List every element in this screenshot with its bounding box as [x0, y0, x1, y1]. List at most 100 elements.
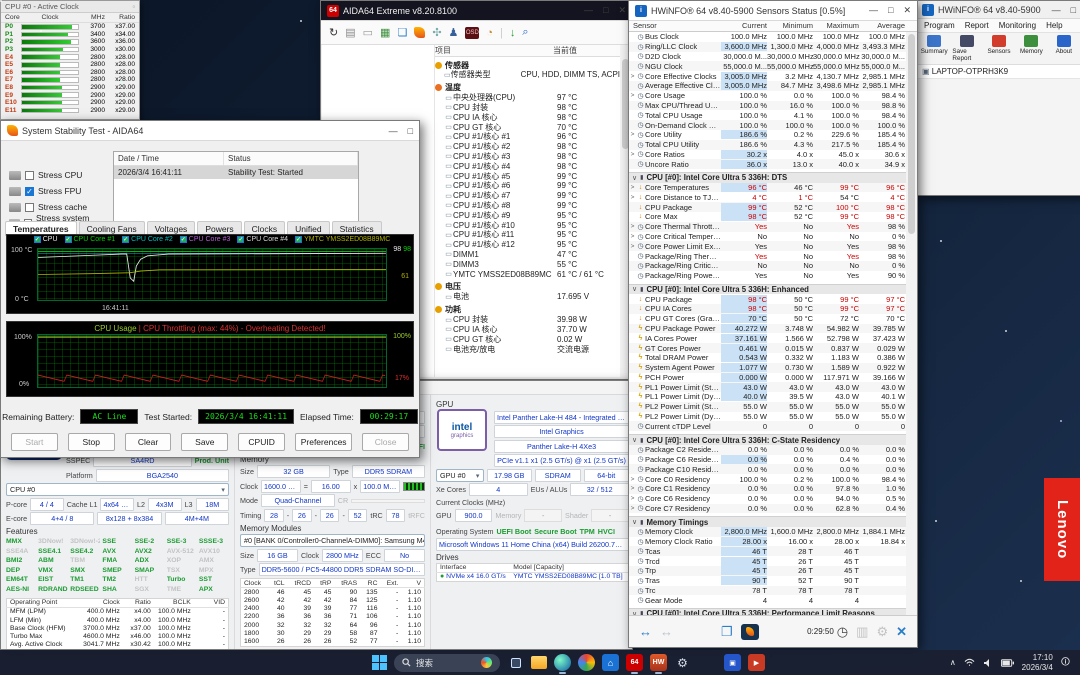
clock-icon[interactable]: ◷	[837, 624, 848, 640]
legend-checkbox[interactable]: ✓	[64, 236, 72, 243]
sensor-row[interactable]: ϟ PCH Power 0.000 W 0.000 W 117.971 W 39.166 …	[629, 372, 917, 383]
legend-item[interactable]: ✓ CPU	[33, 236, 58, 243]
menu-report[interactable]: Report	[965, 21, 989, 30]
sensor-row[interactable]: ↓ CPU Package 98 °C 50 °C 99 °C 97 °C	[629, 294, 917, 304]
sensor-row[interactable]: ϟ CPU Package Power 40.272 W 3.748 W 54.982 …	[629, 323, 917, 334]
sensor-row[interactable]: ↓ CPU Package 99 °C 52 °C 100 °C 98 °C	[629, 202, 917, 213]
aida64-taskbar-button[interactable]: 64	[626, 654, 643, 674]
aida64-titlebar[interactable]: 64 AIDA64 Extreme v8.20.8100 — □ ✕	[321, 1, 632, 21]
tool-sensors[interactable]: Sensors	[985, 35, 1013, 62]
sensor-row[interactable]: ◷ Current cTDP Level 0 0 0 0	[629, 421, 917, 432]
stop-button[interactable]: Stop	[67, 433, 115, 451]
table-row[interactable]: 2800 46 45 45 90 135-1.10	[241, 588, 425, 597]
tray-expand-icon[interactable]: ∧	[950, 658, 956, 667]
table-row[interactable]: 2000 32 32 32 64 96-1.10	[241, 621, 425, 629]
file-explorer-button[interactable]	[531, 656, 547, 669]
sensor-row[interactable]: > ◷ Core Utility 186.6 % 0.2 % 229.6 % 185.4 %	[629, 130, 917, 140]
aida64-sensor-row[interactable]: ▭ 电池 17.695 V	[435, 292, 620, 302]
aida64-sensor-row[interactable]: ▭ 电池充/放电 交流电源	[435, 344, 620, 354]
minimize-icon[interactable]: —	[584, 5, 593, 16]
stress-flame-icon[interactable]	[414, 27, 426, 38]
sensor-row[interactable]: ◷ Package C10 Residency 0.0 % 0.0 % 0.0 % 0.0…	[629, 464, 917, 475]
legend-item[interactable]: ✓ YMTC YMSS2ED08B89MC	[295, 236, 390, 243]
legend-checkbox[interactable]: ✓	[295, 236, 303, 243]
checkbox[interactable]: ✓	[25, 186, 34, 196]
sensor-row[interactable]: ϟ GT Cores Power 0.461 W 0.015 W 0.837 W 0.02…	[629, 343, 917, 353]
sensor-row[interactable]: ↓ Core Max 98 °C 52 °C 99 °C 98 °C	[629, 212, 917, 222]
tool-summary[interactable]: Summary	[920, 35, 948, 62]
battery-icon[interactable]	[1000, 658, 1014, 667]
sensor-row[interactable]: ◷ Ring/LLC Clock 3,600.0 MHz 1,300.0 MHz 4,0…	[629, 41, 917, 52]
hwinfo-taskbar-button[interactable]: HW	[650, 654, 667, 674]
drive-row[interactable]: ● NVMe x4 16.0 GT/s YMTC YMSS2ED08B89MC […	[437, 572, 629, 581]
legend-checkbox[interactable]: ✓	[122, 236, 130, 243]
table-row[interactable]: 1600 26 26 26 52 77-1.10	[241, 637, 425, 646]
menu-program[interactable]: Program	[924, 21, 955, 30]
legend-item[interactable]: ✓ CPU Core #3	[179, 236, 230, 243]
sensor-row[interactable]: ◷ NGU Clock 55,000.0 M... 55,000.0 MHz 55,00…	[629, 61, 917, 72]
sensors-titlebar[interactable]: i HWiNFO® 64 v8.40-5900 Sensors Status […	[629, 1, 917, 21]
aida64-col-item[interactable]: 项目	[435, 45, 553, 56]
sensor-row[interactable]: ◷ Gear Mode 4 4 4	[629, 595, 917, 605]
sensor-row[interactable]: ◷ Trcd 45 T 26 T 45 T	[629, 556, 917, 566]
fan-icon[interactable]: ✣	[432, 26, 441, 39]
close-icon[interactable]: ▫	[132, 2, 135, 11]
sensor-row[interactable]: > ◷ Core Usage 100.0 % 0.0 % 100.0 % 98.4 %	[629, 91, 917, 101]
sensor-row[interactable]: > ◷ Core C6 Residency 0.0 % 0.0 % 94.0 % 0.5 %	[629, 494, 917, 504]
checkbox[interactable]	[25, 170, 34, 180]
sensor-group-header[interactable]: ∨ ▮ CPU [#0]: Intel Core Ultra 5 336H: Per…	[629, 608, 917, 615]
sensor-row[interactable]: ϟ Total DRAM Power 0.543 W 0.332 W 1.183 W 0.…	[629, 353, 917, 363]
sensor-row[interactable]: ◷ Tras 90 T 52 T 90 T	[629, 576, 917, 586]
settings-gear-icon[interactable]: ⚙	[876, 624, 888, 640]
sensor-row[interactable]: > ◷ Core Critical Temperat... No No No 0 %	[629, 232, 917, 242]
sensor-row[interactable]: ◷Package/Ring Power Limit...YesNoYes90 %	[629, 271, 917, 281]
hwinfo-main-titlebar[interactable]: i HWiNFO® 64 v8.40-5900 — □	[916, 1, 1080, 19]
sensor-row[interactable]: ◷ Total CPU Usage 100.0 % 4.1 % 100.0 % 98.4 …	[629, 110, 917, 120]
settings-button[interactable]: ⚙	[674, 654, 691, 671]
sensor-row[interactable]: > ◷ Core Effective Clocks 3,005.0 MHz 3.2 MH…	[629, 71, 917, 81]
sensor-row[interactable]: ◷ Uncore Ratio 36.0 x 13.0 x 40.0 x 34.9 x	[629, 159, 917, 170]
sensor-row[interactable]: > ◷ Core Thermal Throttling Yes No Yes 98 %	[629, 221, 917, 232]
table-row[interactable]: 2400 40 39 39 77 116-1.10	[241, 605, 425, 613]
sensor-row[interactable]: ◷ Package C2 Residency 0.0 % 0.0 % 0.0 % 0.0 …	[629, 444, 917, 455]
legend-item[interactable]: ✓ CPU Core #4	[237, 236, 288, 243]
minimize-icon[interactable]: —	[1052, 5, 1061, 15]
legend-checkbox[interactable]: ✓	[237, 236, 245, 243]
sensor-row[interactable]: ◷ Trc 78 T 78 T 78 T	[629, 585, 917, 596]
sensor-row[interactable]: ϟ IA Cores Power 37.161 W 1.566 W 52.798 W 37…	[629, 333, 917, 343]
start-button[interactable]: Start	[11, 433, 58, 451]
sensor-row[interactable]: ◷On-Demand Clock Modula...100.0 %100.0 %…	[629, 120, 917, 130]
sensor-row[interactable]: ◷ Total CPU Utility 186.6 % 4.3 % 217.5 % 185…	[629, 139, 917, 150]
sensor-group-header[interactable]: ∨ ▮ Memory Timings	[629, 516, 917, 527]
aida64-col-value[interactable]: 当前值	[553, 45, 577, 56]
remote-monitor-icon[interactable]: ❐	[721, 624, 733, 640]
browser-button[interactable]	[578, 654, 595, 671]
table-row[interactable]: Base Clock (HFM) 3700.0 MHz x37.00 100.0 MH…	[7, 624, 229, 632]
sensor-row[interactable]: > ↓ Core Temperatures 96 °C 46 °C 99 °C 96 °C	[629, 182, 917, 193]
tool-memory[interactable]: Memory	[1017, 35, 1045, 62]
active-clock-titlebar[interactable]: CPU #0 - Active Clock ▫	[1, 1, 139, 13]
preferences-button[interactable]: Preferences	[295, 433, 353, 451]
legend-item[interactable]: ✓ CPU Core #1	[64, 236, 115, 243]
legend-checkbox[interactable]: ✓	[179, 236, 187, 243]
sensor-row[interactable]: ◷ Average Effective Clock 3,005.0 MHz 84.7 …	[629, 80, 917, 91]
clear-button[interactable]: Clear	[124, 433, 172, 451]
tool-about[interactable]: About	[1050, 35, 1078, 62]
sensor-row[interactable]: ◷ D2D Clock 30,000.0 M... 30,000.0 MHz 30,00…	[629, 52, 917, 62]
sensor-group-header[interactable]: ∨ ▮ CPU [#0]: Intel Core Ultra 5 336H: Enh…	[629, 283, 917, 295]
devices-icon[interactable]: ❏	[397, 26, 407, 39]
sensor-row[interactable]: ↓ CPU IA Cores 98 °C 50 °C 99 °C 97 °C	[629, 303, 917, 314]
sensor-row[interactable]: ϟ System Agent Power 1.077 W 0.730 W 1.589 W…	[629, 362, 917, 373]
stress-option[interactable]: ✓ Stress FPU	[9, 183, 113, 199]
refresh-icon[interactable]: ↻	[329, 26, 338, 39]
aida64-sensor-row[interactable]: ▭ DIMM1 47 °C	[435, 250, 620, 260]
memory-icon[interactable]: ▦	[380, 26, 390, 39]
legend-item[interactable]: ✓ CPU Core #2	[122, 236, 173, 243]
app-blue-button[interactable]: ▣	[724, 654, 741, 671]
sensor-row[interactable]: ◷ Memory Clock 2,800.0 MHz 1,600.0 MHz 2,800…	[629, 526, 917, 537]
osd-icon[interactable]: OSD	[465, 26, 480, 39]
app-red-button[interactable]: ▶	[748, 654, 765, 671]
aida64-sensor-row[interactable]: ▭ 传感器类型 CPU, HDD, DIMM TS, ACPI	[435, 70, 620, 80]
wifi-icon[interactable]	[964, 658, 975, 667]
aida64-sensor-row[interactable]: ▭ CPU #1/核心 #12 95 °C	[435, 240, 620, 250]
